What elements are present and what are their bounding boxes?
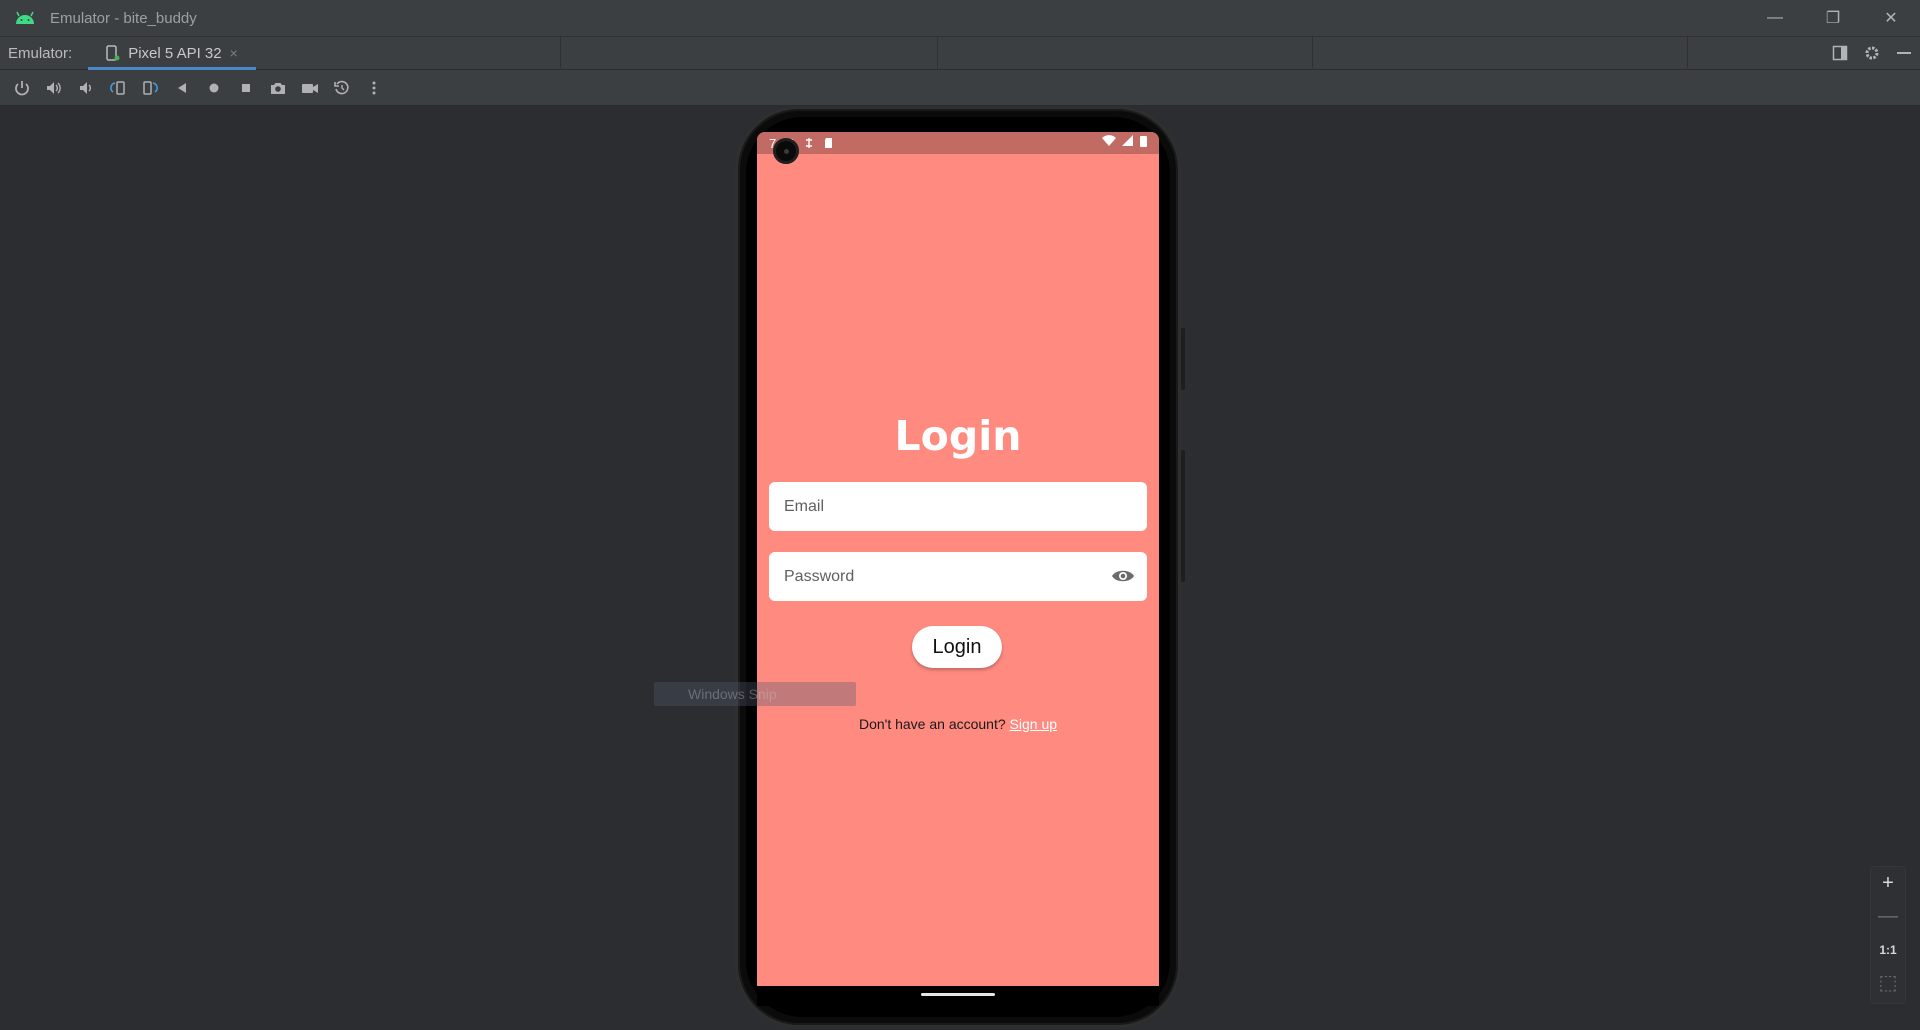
signup-prompt-text: Don't have an account? [858,716,1006,732]
email-field-container[interactable] [769,482,1147,531]
home-gesture-bar[interactable] [921,993,995,996]
wifi-icon [1102,135,1116,146]
tab-separator [1687,36,1688,70]
title-bar: Emulator - bite_buddy — ❐ ✕ [0,0,1920,36]
signal-icon [1122,135,1133,146]
power-side-button [1181,328,1185,390]
layout-icon[interactable] [1824,36,1856,70]
email-field[interactable] [784,497,1104,516]
power-icon[interactable] [6,73,38,103]
zoom-in-button[interactable]: + [1870,867,1906,900]
emulator-label: Emulator: [8,44,73,62]
tab-separator [1312,36,1313,70]
device-screen: 7:54 Login Login Don't have an account? … [757,132,1159,986]
status-bar: 7:54 [757,132,1159,154]
volume-down-icon[interactable] [70,73,102,103]
emulator-tab-bar: Emulator: Pixel 5 API 32 × [0,36,1920,70]
signup-link[interactable]: Sign up [1010,716,1057,732]
zoom-out-button[interactable]: — [1870,900,1906,933]
more-icon[interactable] [358,73,390,103]
close-window-button[interactable]: ✕ [1862,0,1920,36]
rotate-right-icon[interactable] [134,73,166,103]
tab-label: Pixel 5 API 32 [128,44,222,62]
rotate-left-icon[interactable] [102,73,134,103]
navigation-bar [757,986,1159,1006]
battery-icon [1140,136,1147,147]
snapshot-icon[interactable] [326,73,358,103]
windows-snip-label: Windows Snip [688,686,777,702]
camera-icon[interactable] [262,73,294,103]
password-field-container[interactable] [769,552,1147,601]
zoom-fit-icon[interactable]: ⬚ [1870,966,1906,999]
back-icon[interactable] [166,73,198,103]
zoom-actual-size-button[interactable]: 1:1 [1870,933,1906,966]
volume-side-button [1181,450,1185,582]
volume-up-icon[interactable] [38,73,70,103]
restore-button[interactable]: ❐ [1804,0,1862,36]
settings-gear-icon[interactable] [1856,36,1888,70]
password-field[interactable] [784,567,1104,586]
windows-snip-overlay: Windows Snip [654,682,856,706]
home-icon[interactable] [198,73,230,103]
tab-pixel5[interactable]: Pixel 5 API 32 × [88,36,256,70]
device-icon [106,45,120,61]
front-camera [773,138,799,164]
signup-prompt: Don't have an account? Sign up [757,716,1159,732]
hide-panel-icon[interactable] [1888,36,1920,70]
sd-card-icon [825,138,833,148]
minimize-button[interactable]: — [1746,0,1804,36]
emulator-toolbar [0,70,1920,106]
window-title: Emulator - bite_buddy [50,9,197,27]
tab-separator [560,36,561,70]
android-icon [16,11,34,24]
tab-separator [937,36,938,70]
show-password-eye-icon[interactable] [1111,566,1135,586]
login-button[interactable]: Login [912,626,1002,668]
sync-icon [806,138,813,148]
tab-close-icon[interactable]: × [230,45,238,61]
overview-icon[interactable] [230,73,262,103]
page-title: Login [894,412,1022,460]
zoom-controls: + — 1:1 ⬚ [1870,866,1906,1004]
video-icon[interactable] [294,73,326,103]
